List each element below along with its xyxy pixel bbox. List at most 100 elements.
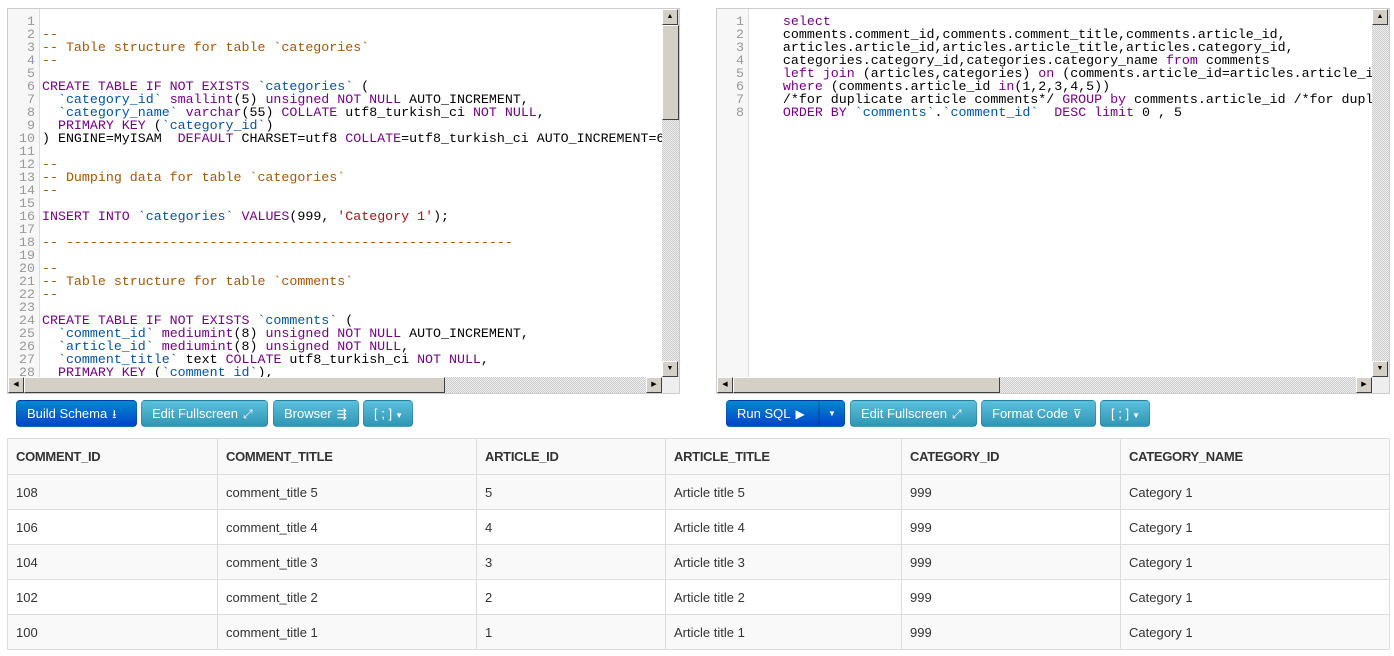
indent-icon: ⇶ xyxy=(336,407,347,421)
resize-full-icon: ⤢ xyxy=(242,407,253,421)
run-sql-options-dropdown[interactable]: ▼ xyxy=(819,400,845,427)
table-cell: 999 xyxy=(901,579,1121,615)
build-schema-label: Build Schema xyxy=(27,406,108,421)
scroll-right-icon[interactable]: ▶ xyxy=(1356,377,1372,393)
table-cell: 999 xyxy=(901,509,1121,545)
results-table: COMMENT_ID COMMENT_TITLE ARTICLE_ID ARTI… xyxy=(7,438,1390,650)
table-cell: Category 1 xyxy=(1120,614,1390,650)
code-line: -- Table structure for table `comments` xyxy=(40,275,662,288)
scroll-left-icon[interactable]: ◀ xyxy=(717,377,733,393)
column-header: CATEGORY_ID xyxy=(901,438,1121,475)
scroll-left-icon[interactable]: ◀ xyxy=(8,377,24,393)
vertical-scrollbar[interactable]: ▲ ▼ xyxy=(1372,9,1389,377)
keyword: PRIMARY KEY xyxy=(57,365,146,377)
comment: -- xyxy=(42,53,58,68)
horizontal-scrollbar[interactable]: ◀ ▶ xyxy=(717,377,1372,393)
table-row: 102 comment_title 2 2 Article title 2 999 Cat… xyxy=(7,579,1390,615)
table-cell: Article title 4 xyxy=(665,509,902,545)
table-cell: comment_title 2 xyxy=(217,579,477,615)
scroll-thumb[interactable] xyxy=(733,377,1000,393)
comment: -- Table structure for table `comments` xyxy=(42,274,354,289)
schema-edit-fullscreen-button[interactable]: Edit Fullscreen ⤢ xyxy=(141,400,268,427)
download-icon: ⭳ xyxy=(112,407,117,421)
table-cell: comment_title 3 xyxy=(217,544,477,580)
scroll-thumb[interactable] xyxy=(662,25,679,120)
code-text: CHARSET=utf8 xyxy=(233,131,346,146)
browser-label: Browser xyxy=(284,406,332,421)
code-text: , xyxy=(480,352,489,367)
keyword: VALUES xyxy=(241,209,290,224)
play-icon: ▶ xyxy=(795,407,805,421)
line-number-gutter: 1 2 3 4 5 6 7 8 9 10 11 12 13 14 15 16 17 18 19 20 21 22 23 24 2… xyxy=(8,9,40,379)
schema-code[interactable]: -- -- Table structure for table `categori… xyxy=(40,15,662,377)
run-sql-button[interactable]: Run SQL ▶ xyxy=(726,400,819,427)
code-text: ), xyxy=(257,365,274,377)
query-edit-fullscreen-button[interactable]: Edit Fullscreen ⤢ xyxy=(850,400,977,427)
build-schema-button[interactable]: Build Schema ⭳ xyxy=(16,400,137,427)
column-header: CATEGORY_NAME xyxy=(1120,438,1390,475)
scroll-down-icon[interactable]: ▼ xyxy=(662,361,678,377)
schema-editor[interactable]: 1 2 3 4 5 6 7 8 9 10 11 12 13 14 15 16 17 18 19 20 21 22 23 24 2… xyxy=(7,8,680,394)
scroll-up-icon[interactable]: ▲ xyxy=(662,9,678,25)
scroll-up-icon[interactable]: ▲ xyxy=(1372,9,1388,25)
scroll-thumb[interactable] xyxy=(24,377,445,393)
schema-delimiter-dropdown[interactable]: [ ; ] ▼ xyxy=(363,400,413,427)
table-cell: Category 1 xyxy=(1120,474,1390,510)
table-cell: 2 xyxy=(476,579,666,615)
table-cell: Article title 1 xyxy=(665,614,902,650)
code-text: . xyxy=(934,105,943,120)
code-line: INSERT INTO `categories` VALUES(999, 'Ca… xyxy=(40,210,662,223)
table-cell: 999 xyxy=(901,544,1121,580)
table-row: 108 comment_title 5 5 Article title 5 999 Cat… xyxy=(7,474,1390,510)
query-code[interactable]: select comments.comment_id,comments.comm… xyxy=(749,15,1372,377)
identifier: `categories` xyxy=(137,209,234,224)
code-text: AUTO_INCREMENT, xyxy=(401,326,529,341)
table-cell: Article title 3 xyxy=(665,544,902,580)
table-cell: 104 xyxy=(7,544,218,580)
table-cell: 999 xyxy=(901,614,1121,650)
code-line: -- Dumping data for table `categories` xyxy=(40,171,662,184)
browser-button[interactable]: Browser ⇶ xyxy=(273,400,359,427)
table-row: 106 comment_title 4 4 Article title 4 999 Cat… xyxy=(7,509,1390,545)
comment: -- xyxy=(42,287,58,302)
caret-down-icon: ▼ xyxy=(395,411,403,420)
comment: -- xyxy=(42,183,58,198)
table-cell: 1 xyxy=(476,614,666,650)
string-literal: 'Category 1' xyxy=(337,209,434,224)
scroll-down-icon[interactable]: ▼ xyxy=(1372,361,1388,377)
code-line: PRIMARY KEY (`comment_id`), xyxy=(40,366,662,377)
keyword: DEFAULT xyxy=(177,131,234,146)
table-cell: 100 xyxy=(7,614,218,650)
table-cell: Article title 5 xyxy=(665,474,902,510)
query-delimiter-dropdown[interactable]: [ ; ] ▼ xyxy=(1100,400,1150,427)
keyword: NOT NULL xyxy=(472,105,537,120)
column-header: COMMENT_TITLE xyxy=(217,438,477,475)
run-sql-label: Run SQL xyxy=(737,406,791,421)
horizontal-scrollbar[interactable]: ◀ ▶ xyxy=(8,377,662,393)
column-header: COMMENT_ID xyxy=(7,438,218,475)
table-cell: 999 xyxy=(901,474,1121,510)
keyword: NOT NULL xyxy=(417,352,481,367)
format-code-button[interactable]: Format Code ⊽ xyxy=(981,400,1096,427)
vertical-scrollbar[interactable]: ▲ ▼ xyxy=(662,9,679,377)
keyword: COLLATE xyxy=(345,131,402,146)
query-editor[interactable]: 12345678 select comments.comment_id,comm… xyxy=(716,8,1390,394)
keyword: DESC limit xyxy=(1054,105,1135,120)
table-cell: Article title 2 xyxy=(665,579,902,615)
edit-fullscreen-label: Edit Fullscreen xyxy=(152,406,238,421)
filter-icon: ⊽ xyxy=(1072,407,1082,421)
caret-down-icon: ▼ xyxy=(828,409,836,418)
scroll-right-icon[interactable]: ▶ xyxy=(646,377,662,393)
format-code-label: Format Code xyxy=(992,406,1068,421)
delimiter-label: [ ; ] xyxy=(374,406,393,421)
line-number-gutter: 12345678 xyxy=(717,9,749,377)
code-text: ( xyxy=(145,365,162,377)
column-header: ARTICLE_ID xyxy=(476,438,666,475)
code-line: -- xyxy=(40,184,662,197)
